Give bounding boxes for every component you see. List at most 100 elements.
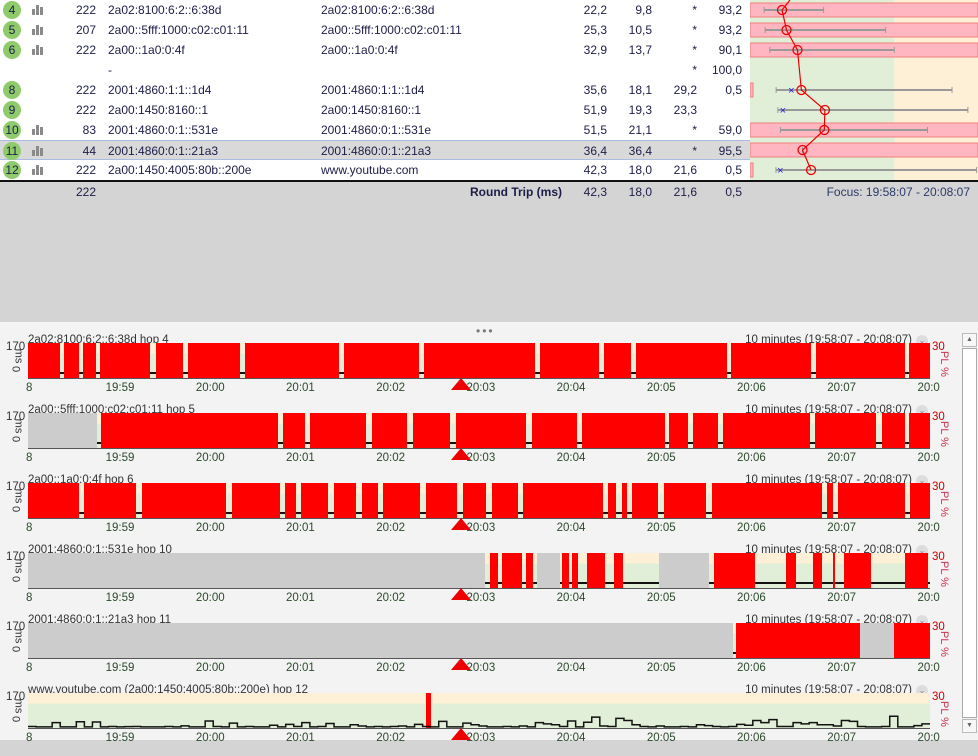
cell-cur: 21,6: [673, 163, 697, 177]
focus-marker-icon[interactable]: [450, 588, 471, 600]
plot-area[interactable]: [28, 553, 930, 589]
timeline-chart[interactable]: 2a00::1a0:0:4f hop 6 10 minutes (19:58:07…: [0, 474, 960, 546]
focus-marker-icon[interactable]: [450, 518, 471, 530]
bar-chart-icon[interactable]: [32, 125, 44, 135]
vertical-scrollbar[interactable]: ▲ ▼: [962, 333, 977, 733]
hop-number-badge: 9: [3, 101, 21, 119]
packet-loss-segment: [101, 413, 278, 448]
pl-axis-unit: PL %: [937, 351, 950, 377]
cell-min: 9,8: [635, 3, 652, 17]
packet-loss-segment: [523, 483, 603, 518]
packet-loss-segment: [425, 483, 458, 518]
hop-number-badge: 12: [3, 161, 21, 179]
plot-area[interactable]: [28, 413, 930, 449]
cell-ip: 2001:4860:0:1::531e: [108, 123, 219, 137]
cell-avg: 42,3: [583, 163, 607, 177]
x-tick-label: 20:07: [827, 522, 857, 534]
cell-cur: *: [692, 144, 697, 158]
scroll-thumb[interactable]: [962, 348, 977, 718]
x-tick-label: 20:00: [195, 382, 225, 394]
packet-loss-segment: [156, 343, 184, 378]
x-tick-label: 19:59: [105, 522, 135, 534]
y-axis-unit: ms: [12, 628, 25, 644]
x-tick-label: 20:01: [286, 522, 315, 534]
cell-count: 222: [75, 3, 96, 17]
summary-label: Round Trip (ms): [470, 185, 562, 199]
cell-avg: 51,9: [583, 103, 607, 117]
cell-name: 2a00::5fff:1000:c02:c01:11: [321, 23, 462, 37]
cell-name: 2a02:8100:6:2::6:38d: [321, 3, 435, 17]
x-tick-label: 20:06: [737, 452, 766, 464]
hop-number-badge: 8: [3, 81, 21, 99]
packet-loss-segment: [909, 413, 930, 448]
cell-pl: 0,5: [725, 163, 742, 177]
plot-area[interactable]: [28, 343, 930, 379]
packet-loss-segment: [561, 553, 570, 588]
packet-loss-segment: [893, 623, 930, 658]
plot-area[interactable]: [28, 693, 930, 729]
x-tick-label: 20:0: [917, 452, 940, 464]
timeline-chart[interactable]: 2001:4860:0:1::531e hop 10 10 minutes (19…: [0, 544, 960, 616]
plot-area[interactable]: [28, 623, 930, 659]
cell-count: 207: [75, 23, 96, 37]
x-tick-label: 20:07: [827, 382, 857, 394]
cell-count: 222: [75, 103, 96, 117]
x-tick-label: 20:06: [737, 732, 766, 744]
timeline-chart[interactable]: www.youtube.com (2a00:1450:4005:80b::200…: [0, 684, 960, 756]
packet-loss-segment: [832, 553, 836, 588]
bar-chart-icon[interactable]: [32, 25, 44, 35]
packet-loss-segment: [371, 413, 407, 448]
timeline-chart[interactable]: 2a02:8100:6:2::6:38d hop 4 10 minutes (19…: [0, 334, 960, 406]
cell-pl: 93,2: [718, 3, 742, 17]
cell-ip: 2a00:1450:8160::1: [108, 103, 209, 117]
packet-loss-segment: [844, 553, 872, 588]
x-tick-label: 20:04: [556, 662, 586, 674]
packet-loss-segment: [904, 553, 929, 588]
scroll-up-button[interactable]: ▲: [962, 333, 977, 347]
bar-chart-icon[interactable]: [32, 165, 44, 175]
scroll-down-button[interactable]: ▼: [962, 719, 977, 733]
focus-marker-icon[interactable]: [450, 658, 471, 670]
x-tick-label: 8: [26, 662, 33, 674]
hop-number-badge: 4: [3, 1, 21, 19]
packet-loss-segment: [245, 343, 340, 378]
packet-loss-segment: [816, 343, 905, 378]
hop-table: 4 222 2a02:8100:6:2::6:38d 2a02:8100:6:2::6…: [0, 0, 978, 200]
focus-marker-icon[interactable]: [450, 378, 471, 390]
packet-loss-segment: [711, 483, 822, 518]
x-tick-label: 8: [26, 522, 33, 534]
x-tick-label: 20:04: [556, 452, 586, 464]
x-tick-label: 19:59: [105, 592, 135, 604]
x-tick-label: 20:02: [376, 662, 406, 674]
y-axis-unit: ms: [12, 488, 25, 504]
focus-marker-icon[interactable]: [450, 448, 471, 460]
y-axis-unit: ms: [12, 698, 25, 714]
cell-name: 2001:4860:0:1::531e: [321, 123, 432, 137]
latency-graph-column: ×××: [750, 0, 978, 180]
x-tick-label: 20:04: [556, 592, 586, 604]
plot-area[interactable]: [28, 483, 930, 519]
hop-number-badge: 6: [3, 41, 21, 59]
bar-chart-icon[interactable]: [32, 45, 44, 55]
bar-chart-icon[interactable]: [32, 146, 44, 156]
packet-loss-segment: [301, 483, 329, 518]
x-tick-label: 20:04: [556, 522, 586, 534]
x-tick-label: 20:04: [556, 732, 586, 744]
timeline-chart[interactable]: 2001:4860:0:1::21a3 hop 11 10 minutes (19…: [0, 614, 960, 686]
no-data-segment: [859, 623, 894, 658]
bar-chart-icon[interactable]: [32, 5, 44, 15]
focus-marker-icon[interactable]: [450, 728, 471, 740]
packet-loss-segment: [462, 483, 487, 518]
latency-line: [28, 715, 930, 728]
x-tick-label: 20:07: [827, 452, 857, 464]
no-data-segment: [28, 413, 98, 448]
cell-cur: *: [692, 23, 697, 37]
timeline-chart[interactable]: 2a00::5fff:1000:c02:c01:11 hop 5 10 minut…: [0, 404, 960, 476]
cell-min: 36,4: [628, 144, 652, 158]
x-tick-label: 20:00: [195, 452, 225, 464]
packet-loss-segment: [663, 483, 707, 518]
x-tick-label: 20:01: [286, 382, 315, 394]
packet-loss-segment: [587, 553, 606, 588]
x-tick-label: 19:59: [105, 662, 135, 674]
y-axis-bottom: 0: [11, 435, 24, 443]
